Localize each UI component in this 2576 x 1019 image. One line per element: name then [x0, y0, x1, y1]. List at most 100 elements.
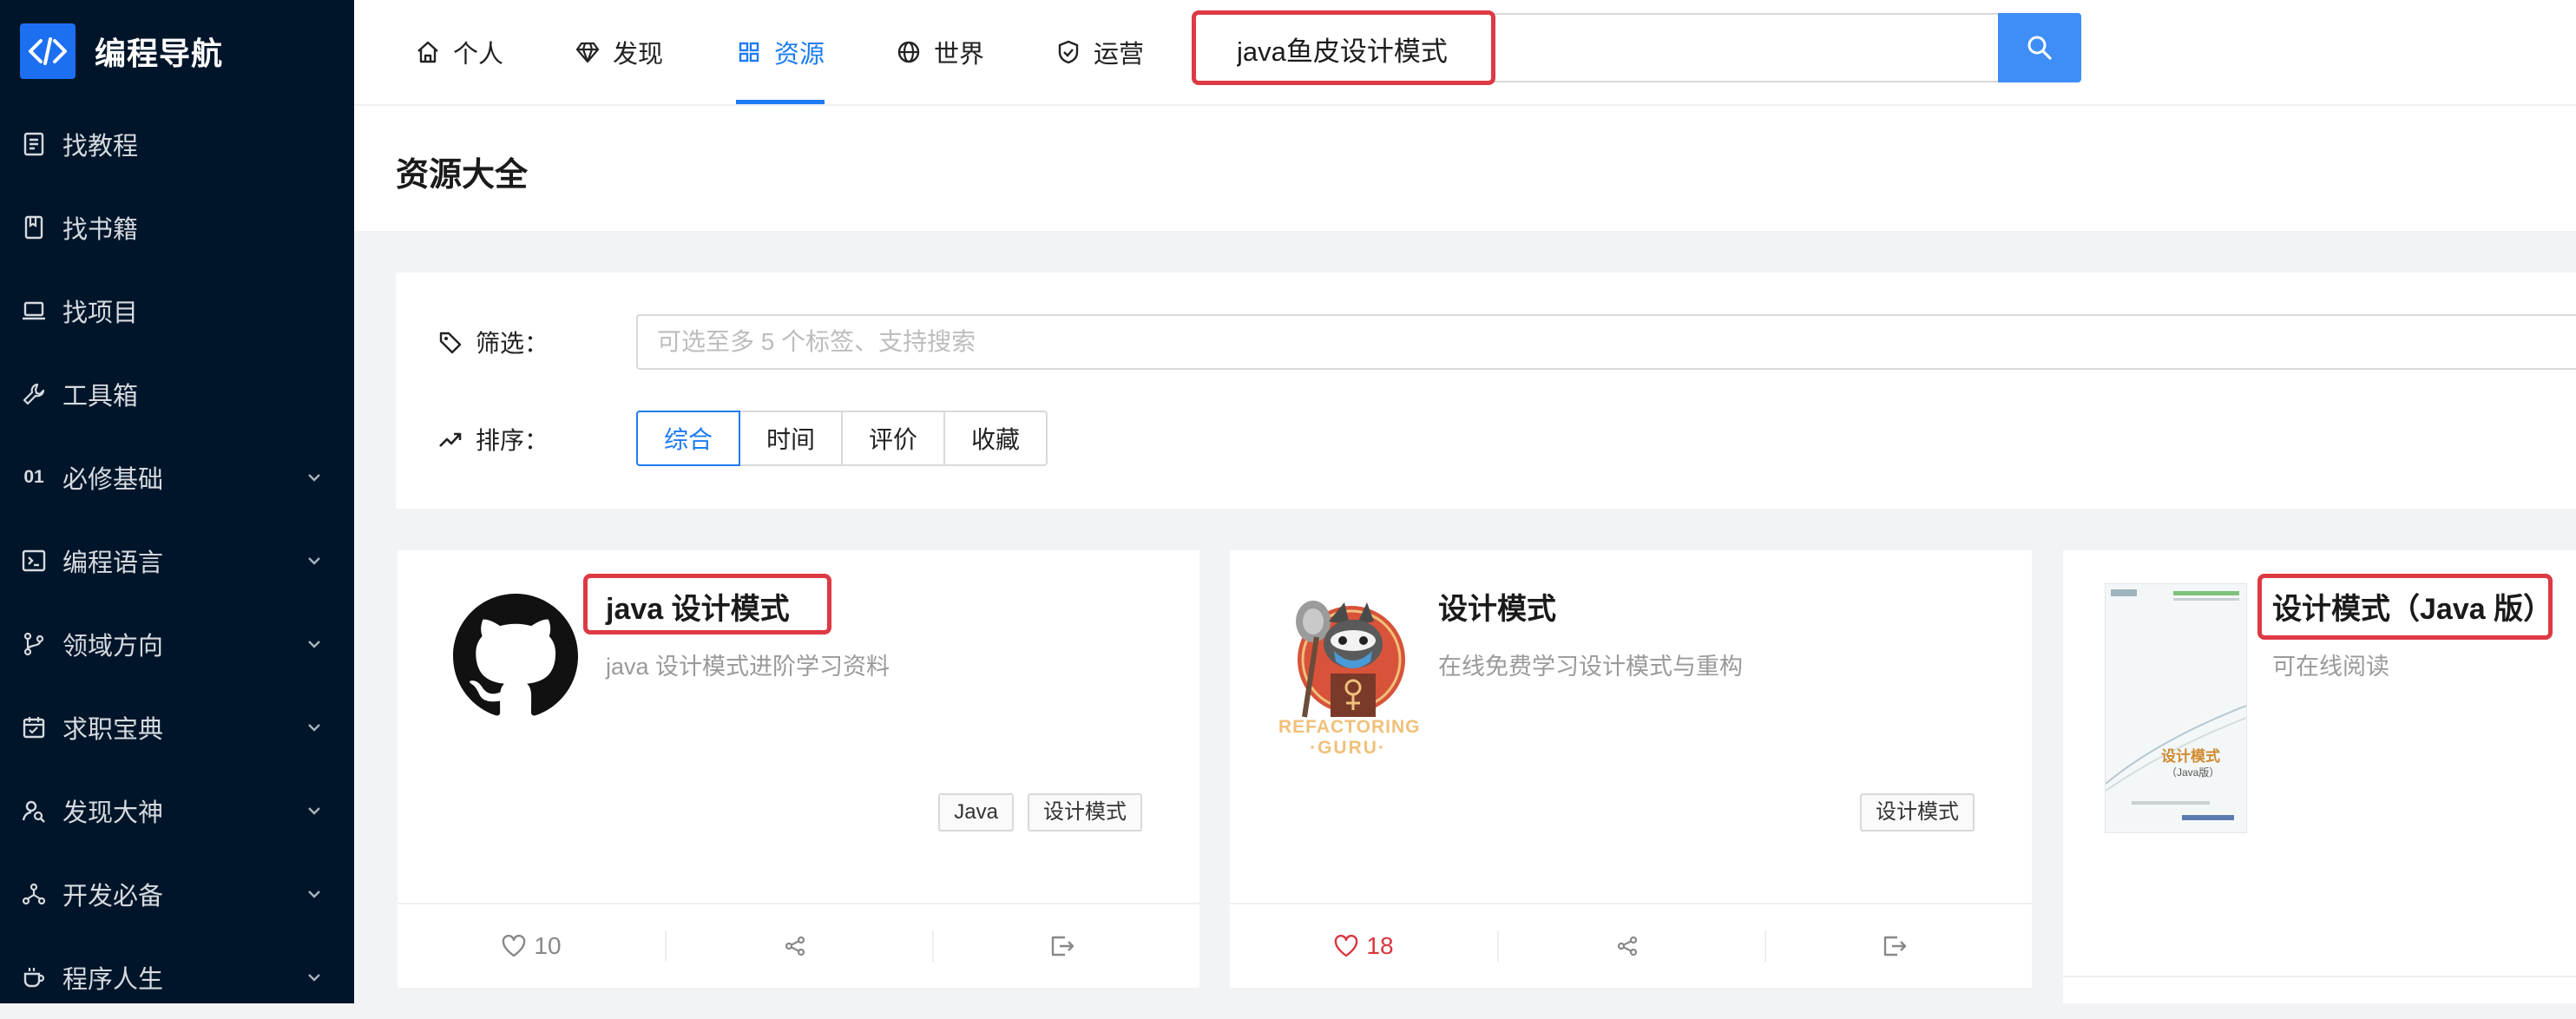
tab-world[interactable]: 世界	[896, 0, 984, 104]
nodes-icon	[21, 881, 47, 907]
sidebar-item-label: 工具箱	[62, 383, 139, 411]
book-icon	[21, 214, 47, 240]
card-title[interactable]: 设计模式（Java 版）	[2272, 585, 2553, 628]
sidebar-item-label: 找教程	[62, 133, 139, 161]
sidebar-item-life[interactable]: 程序人生	[0, 936, 354, 1019]
card-title[interactable]: java 设计模式	[606, 585, 790, 628]
shield-check-icon	[1055, 39, 1081, 65]
tab-label: 运营	[1094, 41, 1145, 69]
card-tags: Java 设计模式	[938, 793, 1142, 832]
sidebar-item-label: 程序人生	[62, 966, 164, 994]
sidebar-item-label: 找书籍	[62, 216, 139, 244]
open-link-button[interactable]	[932, 904, 1199, 988]
like-button[interactable]: 18	[1230, 904, 1497, 988]
sort-option-comprehensive[interactable]: 综合	[636, 411, 740, 466]
sort-option-rating[interactable]: 评价	[843, 411, 945, 466]
chevron-down-icon	[308, 557, 320, 565]
resource-card[interactable]: 设计模式 （Java版） 设计模式（Java 版） 可在线阅读	[2063, 550, 2576, 1003]
book-cover: 设计模式 （Java版）	[2105, 583, 2247, 833]
tab-label: 世界	[934, 41, 985, 69]
tag-icon	[437, 329, 463, 355]
sidebar-item-label: 找项目	[62, 299, 139, 327]
search-box	[1192, 13, 2081, 82]
terminal-icon	[21, 548, 47, 574]
sidebar-item-toolbox[interactable]: 工具箱	[0, 352, 354, 436]
share-button[interactable]	[665, 904, 932, 988]
sidebar-item-tutorials[interactable]: 找教程	[0, 102, 354, 186]
cover-subtitle: （Java版）	[2166, 766, 2220, 779]
sidebar-item-label: 开发必备	[62, 883, 164, 911]
card-actions: 10	[398, 903, 1199, 988]
like-count: 18	[1366, 932, 1394, 959]
chevron-down-icon	[308, 724, 320, 732]
chevron-down-icon	[308, 641, 320, 648]
sidebar-item-label: 领域方向	[62, 633, 164, 661]
chevron-down-icon	[308, 474, 320, 482]
sort-label: 排序：	[437, 422, 549, 457]
calendar-check-icon	[21, 714, 47, 740]
tab-personal[interactable]: 个人	[415, 0, 503, 104]
card-actions: 18	[1230, 903, 2032, 988]
brand-title: 编程导航	[95, 36, 224, 71]
sidebar-item-domains[interactable]: 领域方向	[0, 602, 354, 686]
branch-icon	[21, 631, 47, 657]
open-link-button[interactable]	[1764, 904, 2032, 988]
sidebar-item-label: 发现大神	[62, 799, 164, 827]
tab-operations[interactable]: 运营	[1055, 0, 1144, 104]
page-header: 资源大全	[354, 106, 2576, 231]
share-button[interactable]	[1497, 904, 1764, 988]
sort-label-text: 排序：	[476, 427, 549, 454]
thumb-caption-2: ·GURU·	[1310, 738, 1386, 758]
tutorial-icon	[21, 131, 47, 157]
user-search-icon	[21, 798, 47, 824]
sidebar-item-label: 编程语言	[62, 549, 164, 577]
sidebar: 编程导航 找教程 找书籍 找项目 工具箱 01 必修基础 编程语言 领域方向 求…	[0, 0, 354, 1003]
tab-label: 资源	[774, 41, 825, 69]
card-title[interactable]: 设计模式	[1438, 585, 1556, 628]
tab-label: 个人	[453, 41, 504, 69]
diamond-icon	[575, 39, 601, 65]
heart-icon	[1333, 933, 1359, 959]
search-input[interactable]	[1235, 15, 2020, 82]
sidebar-item-dev-essentials[interactable]: 开发必备	[0, 852, 354, 936]
thumb-caption-1: REFACTORING	[1278, 717, 1421, 737]
sidebar-item-books[interactable]: 找书籍	[0, 186, 354, 269]
search-icon	[2027, 36, 2052, 60]
card-actions	[2063, 976, 2576, 1003]
chevron-down-icon	[308, 891, 320, 898]
sidebar-item-jobs[interactable]: 求职宝典	[0, 686, 354, 769]
tag-select-input[interactable]: 可选至多 5 个标签、支持搜索	[636, 314, 2576, 370]
sort-option-time[interactable]: 时间	[740, 411, 843, 466]
wrench-icon	[21, 381, 47, 407]
sort-option-favorites[interactable]: 收藏	[945, 411, 1048, 466]
grid-icon	[736, 39, 762, 65]
number-01-icon: 01	[23, 467, 44, 487]
resource-card[interactable]: java 设计模式 java 设计模式进阶学习资料 Java 设计模式 10	[398, 550, 1199, 988]
sidebar-item-languages[interactable]: 编程语言	[0, 519, 354, 602]
tab-discover[interactable]: 发现	[575, 0, 663, 104]
like-button[interactable]: 10	[398, 904, 665, 988]
heart-icon	[501, 933, 527, 959]
exit-icon	[1882, 933, 1908, 959]
share-icon	[782, 933, 808, 959]
tab-resources[interactable]: 资源	[736, 0, 825, 104]
sidebar-item-label: 必修基础	[62, 466, 164, 494]
sidebar-item-basics[interactable]: 01 必修基础	[0, 436, 354, 519]
sidebar-item-label: 求职宝典	[62, 716, 164, 744]
sidebar-item-projects[interactable]: 找项目	[0, 269, 354, 352]
filter-label-text: 筛选：	[476, 330, 549, 357]
sidebar-item-experts[interactable]: 发现大神	[0, 769, 354, 852]
tag-design-patterns[interactable]: 设计模式	[1028, 793, 1142, 832]
card-description: 在线免费学习设计模式与重构	[1438, 654, 1743, 680]
card-tags: 设计模式	[1860, 793, 1975, 832]
tag-java[interactable]: Java	[938, 793, 1014, 832]
brand[interactable]: 编程导航	[0, 0, 354, 102]
laptop-icon	[21, 298, 47, 324]
resource-card[interactable]: REFACTORING ·GURU· 设计模式 在线免费学习设计模式与重构 设计…	[1230, 550, 2032, 988]
trend-icon	[437, 426, 463, 452]
tag-design-patterns[interactable]: 设计模式	[1860, 793, 1975, 832]
like-count: 10	[534, 932, 562, 959]
chevron-down-icon	[308, 974, 320, 982]
share-icon	[1614, 933, 1640, 959]
search-button[interactable]	[1998, 13, 2081, 82]
